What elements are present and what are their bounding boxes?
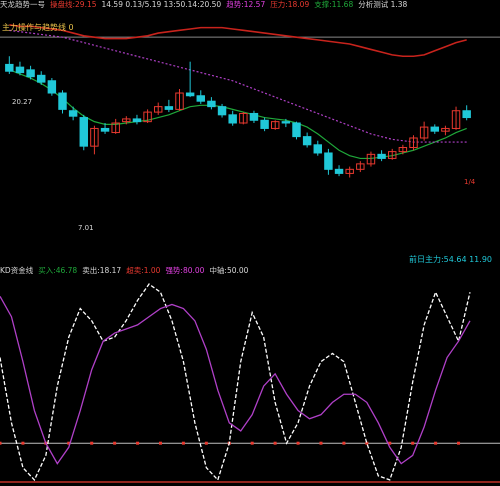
candle-body xyxy=(228,114,237,124)
baseline-marker xyxy=(136,441,140,445)
series-line-趋势 xyxy=(9,29,467,143)
candle-body xyxy=(334,168,344,174)
baseline-marker xyxy=(434,441,438,445)
candle-body xyxy=(217,106,227,116)
top-info-item-1: 操盘线:29.15 xyxy=(50,0,97,9)
candle-body xyxy=(164,106,174,110)
kd-series-买入 xyxy=(0,283,471,482)
baseline-marker xyxy=(0,441,2,445)
baseline-marker xyxy=(273,441,277,445)
top-info-item-6: 分析测试 1.38 xyxy=(358,0,408,9)
indicator-info-bar: 天龙趋势一号 操盘线:29.15 14.59 0.13/5.19 13:50.14:… xyxy=(0,0,500,10)
candle-body xyxy=(185,92,195,97)
kd-series-卖出 xyxy=(0,296,471,465)
baseline-marker xyxy=(319,441,323,445)
candle-body xyxy=(58,92,67,110)
candle-body xyxy=(249,112,259,121)
kd-chart[interactable] xyxy=(0,262,500,486)
top-info-item-0: 天龙趋势一号 xyxy=(0,0,45,9)
top-info-item-5: 支撑:11.68 xyxy=(314,0,354,9)
candle-body xyxy=(430,126,439,132)
baseline-marker xyxy=(250,441,254,445)
price-low-label: 7.01 xyxy=(78,224,94,232)
candle-body xyxy=(5,63,14,72)
baseline-marker xyxy=(113,441,117,445)
candle-body xyxy=(313,144,322,154)
candle-body xyxy=(132,118,142,123)
baseline-marker xyxy=(21,441,25,445)
top-info-item-2: 14.59 0.13/5.19 13:50.14:20.50 xyxy=(101,0,222,9)
candle-body xyxy=(68,110,78,117)
baseline-marker xyxy=(411,441,415,445)
candle-body xyxy=(462,110,471,119)
price-high-label: 20.27 xyxy=(12,98,33,106)
candle-body xyxy=(15,66,25,74)
price-chart[interactable] xyxy=(0,10,500,238)
candle-body xyxy=(26,69,35,78)
baseline-marker xyxy=(457,441,461,445)
candle-body xyxy=(79,117,88,147)
candle-body xyxy=(260,119,269,129)
baseline-marker xyxy=(204,441,208,445)
candle-body xyxy=(100,127,110,132)
baseline-marker xyxy=(342,441,346,445)
candle-body xyxy=(207,100,216,108)
baseline-marker xyxy=(296,441,300,445)
baseline-marker xyxy=(90,441,94,445)
price-chart-panel[interactable]: 主力操作与趋势线 0 20.27 7.01 1/4 xyxy=(0,10,500,238)
candle-body xyxy=(292,122,301,138)
top-info-item-4: 压力:18.09 xyxy=(270,0,310,9)
candle-body xyxy=(302,136,312,146)
candle-body xyxy=(196,95,205,102)
series-line-操盘线 xyxy=(9,69,467,160)
candle-body xyxy=(37,74,46,83)
baseline-marker xyxy=(181,441,185,445)
top-info-item-3: 趋势:12.57 xyxy=(226,0,266,9)
candle-body xyxy=(47,80,57,94)
candle-body xyxy=(324,152,333,170)
right-marker-label: 1/4 xyxy=(464,178,476,186)
candle-body xyxy=(281,121,291,124)
kd-indicator-panel[interactable] xyxy=(0,262,500,486)
candle-body xyxy=(377,153,386,159)
panel-label: 主力操作与趋势线 0 xyxy=(2,23,74,32)
baseline-marker xyxy=(158,441,162,445)
